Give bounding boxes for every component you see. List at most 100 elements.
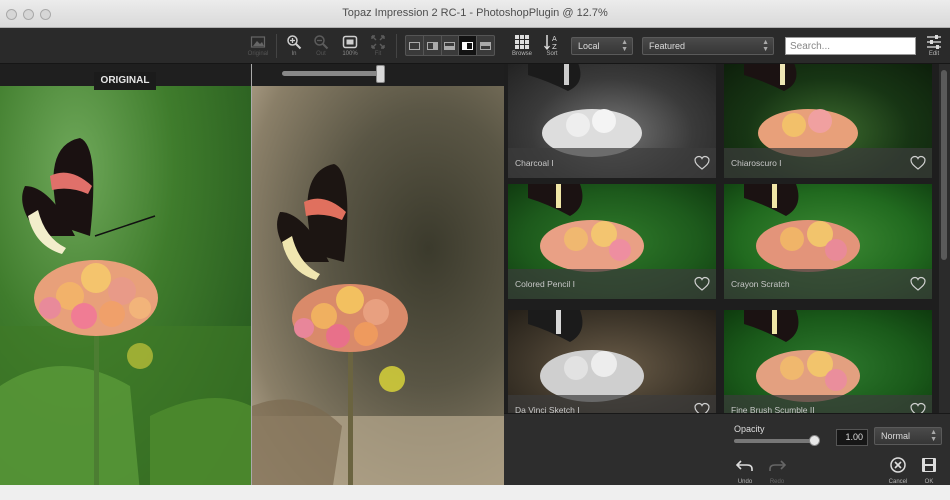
- zoom-out-label: Out: [316, 51, 326, 57]
- preview-toolbar: Original In Out 100% Fit: [0, 28, 504, 64]
- preset-tile[interactable]: Fine Brush Scumble II: [724, 310, 932, 413]
- opacity-value-field[interactable]: 1.00: [836, 429, 868, 446]
- zoom-out-icon: [314, 35, 329, 50]
- cancel-button[interactable]: Cancel: [886, 457, 910, 485]
- butterfly-flower-photo: [0, 138, 251, 492]
- preset-tile[interactable]: Charcoal I: [508, 64, 716, 178]
- zoom-in-button[interactable]: In: [281, 32, 307, 60]
- preset-caption: Crayon Scratch: [724, 269, 932, 299]
- preset-name: Chiaroscuro I: [731, 158, 782, 168]
- preset-tile[interactable]: Crayon Scratch: [724, 184, 932, 299]
- split-slider-knob[interactable]: [376, 65, 385, 83]
- sort-button[interactable]: A Z Sort: [538, 32, 566, 60]
- side-by-side-icon: [462, 41, 474, 50]
- opacity-slider-knob[interactable]: [808, 435, 820, 446]
- painted-butterfly-photo: [252, 164, 504, 492]
- svg-text:A: A: [552, 35, 557, 43]
- collection-selected-value: Featured: [649, 41, 686, 51]
- preset-name: Crayon Scratch: [731, 279, 790, 289]
- sliders-icon: [927, 35, 941, 49]
- redo-button[interactable]: Redo: [766, 457, 788, 485]
- browse-label: Browse: [511, 51, 532, 57]
- zoom-in-icon: [287, 35, 302, 50]
- ok-button[interactable]: OK: [918, 457, 940, 485]
- show-original-label: Original: [247, 51, 269, 57]
- search-input[interactable]: [785, 37, 916, 55]
- fit-arrows-icon: [371, 35, 385, 49]
- preset-caption: Colored Pencil I: [508, 269, 716, 299]
- view-split-horizontal-button[interactable]: [442, 36, 460, 55]
- image-icon: [250, 36, 266, 48]
- opacity-slider-track[interactable]: [734, 439, 814, 443]
- save-disk-icon: [922, 458, 936, 472]
- preset-caption: Charcoal I: [508, 148, 716, 178]
- updown-arrows-icon: ▲ ▼: [621, 39, 628, 53]
- preset-name: Charcoal I: [515, 158, 554, 168]
- preset-caption: Fine Brush Scumble II: [724, 395, 932, 413]
- heart-icon[interactable]: [694, 155, 710, 171]
- original-badge: ORIGINAL: [94, 72, 156, 90]
- zoom-out-button[interactable]: Out: [308, 32, 334, 60]
- heart-icon[interactable]: [910, 276, 926, 292]
- show-original-button[interactable]: Original: [245, 32, 271, 60]
- stacked-view-icon: [480, 41, 492, 50]
- view-stacked-button[interactable]: [477, 36, 494, 55]
- view-split-button[interactable]: [424, 36, 442, 55]
- redo-icon: [769, 460, 787, 471]
- undo-icon: [735, 460, 753, 471]
- preset-caption: Chiaroscuro I: [724, 148, 932, 178]
- scope-dropdown[interactable]: Local ▲ ▼: [571, 37, 633, 55]
- preset-name: Da Vinci Sketch I: [515, 405, 580, 413]
- preset-tile[interactable]: Colored Pencil I: [508, 184, 716, 299]
- updown-arrows-icon: ▲ ▼: [762, 39, 769, 53]
- heart-icon[interactable]: [694, 402, 710, 413]
- blend-mode-dropdown[interactable]: Normal ▲ ▼: [874, 427, 942, 445]
- split-position-slider[interactable]: [252, 64, 504, 86]
- preset-name: Colored Pencil I: [515, 279, 576, 289]
- sort-label: Sort: [546, 51, 558, 57]
- svg-text:Z: Z: [552, 43, 557, 50]
- preset-caption: Da Vinci Sketch I: [508, 395, 716, 413]
- split-horizontal-icon: [444, 41, 456, 50]
- preset-grid: Charcoal I Chiaroscuro I Colored Pencil …: [504, 64, 939, 413]
- compare-divider[interactable]: [251, 64, 252, 500]
- blend-mode-value: Normal: [881, 431, 911, 441]
- preset-browser-panel: Browse A Z Sort Local ▲▼ Featured ▲▼ Edi…: [504, 28, 950, 500]
- heart-icon[interactable]: [910, 402, 926, 413]
- opacity-label: Opacity: [734, 424, 765, 434]
- fit-button[interactable]: Fit: [365, 32, 391, 60]
- actual-size-icon: [342, 35, 358, 49]
- preview-panel: Original In Out 100% Fit ORIGINAL: [0, 28, 504, 500]
- scope-selected-value: Local: [578, 41, 600, 51]
- view-single-button[interactable]: [406, 36, 424, 55]
- scrollbar-thumb[interactable]: [941, 70, 947, 260]
- undo-button[interactable]: Undo: [734, 457, 756, 485]
- toolbar-divider: [396, 34, 397, 58]
- preset-tile[interactable]: Da Vinci Sketch I: [508, 310, 716, 413]
- preset-scrollbar[interactable]: [939, 64, 950, 413]
- view-side-by-side-button[interactable]: [459, 36, 478, 55]
- effect-preview-image[interactable]: [252, 86, 504, 492]
- heart-icon[interactable]: [694, 276, 710, 292]
- collection-dropdown[interactable]: Featured ▲ ▼: [642, 37, 774, 55]
- zoom-100-button[interactable]: 100%: [337, 32, 363, 60]
- toolbar-divider: [276, 34, 277, 58]
- heart-icon[interactable]: [910, 155, 926, 171]
- browser-toolbar: Browse A Z Sort Local ▲▼ Featured ▲▼ Edi…: [504, 28, 950, 64]
- single-view-icon: [408, 41, 420, 50]
- browse-button[interactable]: Browse: [508, 32, 536, 60]
- zoom-in-label: In: [291, 51, 297, 57]
- updown-arrows-icon: ▲ ▼: [930, 429, 937, 443]
- view-mode-group: [405, 35, 495, 56]
- window-bottom-edge: [0, 485, 950, 500]
- grid-icon: [515, 35, 529, 49]
- window-title: Topaz Impression 2 RC-1 - PhotoshopPlugi…: [342, 7, 608, 19]
- edit-button[interactable]: Edit: [920, 32, 948, 60]
- split-slider-track: [282, 71, 382, 76]
- preset-tile[interactable]: Chiaroscuro I: [724, 64, 932, 178]
- sort-az-icon: A Z: [544, 35, 557, 50]
- window-titlebar: Topaz Impression 2 RC-1 - PhotoshopPlugi…: [0, 0, 950, 28]
- zoom-100-label: 100%: [342, 51, 358, 57]
- original-image[interactable]: [0, 86, 251, 492]
- cancel-icon: [890, 457, 906, 473]
